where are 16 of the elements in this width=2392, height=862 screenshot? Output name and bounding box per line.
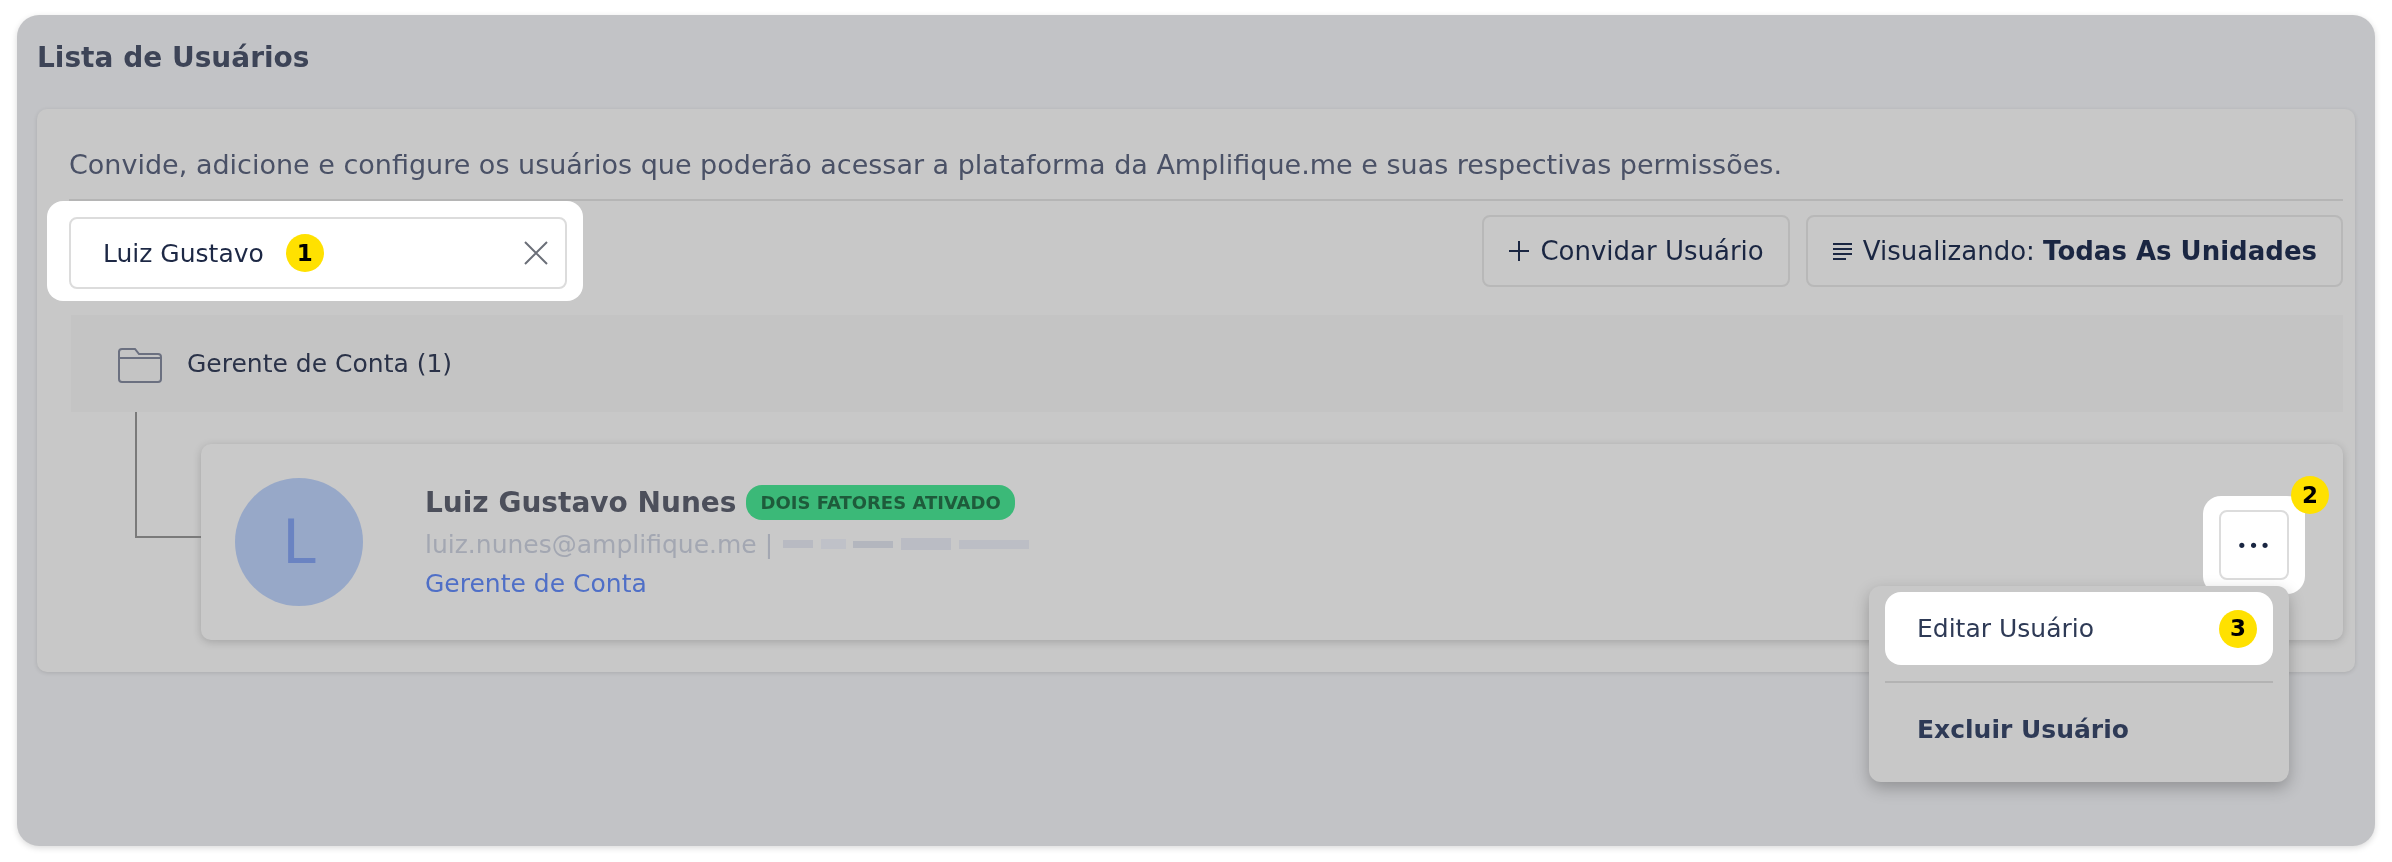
clear-icon[interactable] [523,240,549,267]
step-badge: 3 [2219,609,2257,648]
plus-icon [1508,240,1531,263]
status-badge: DOIS FATORES ATIVADO [746,485,1015,521]
panel-title: Lista de Usuários [37,41,311,75]
step-badge: 2 [2291,476,2329,515]
menu-item[interactable]: Editar Usuário 3 [1885,592,2273,666]
view-units-button[interactable]: Visualizando: Todas As Unidades [1805,215,2343,288]
group-label: Gerente de Conta (1) [187,347,453,380]
list-icon [1831,241,1853,261]
menu-item[interactable]: Excluir Usuário [1885,693,2273,767]
separator-text: | [764,528,774,561]
group-header[interactable]: Gerente de Conta (1) [71,315,2343,413]
more-options-button[interactable]: ••• [2219,510,2289,581]
invite-user-button[interactable]: Convidar Usuário [1482,215,1790,288]
user-name: Luiz Gustavo Nunes [425,484,737,521]
